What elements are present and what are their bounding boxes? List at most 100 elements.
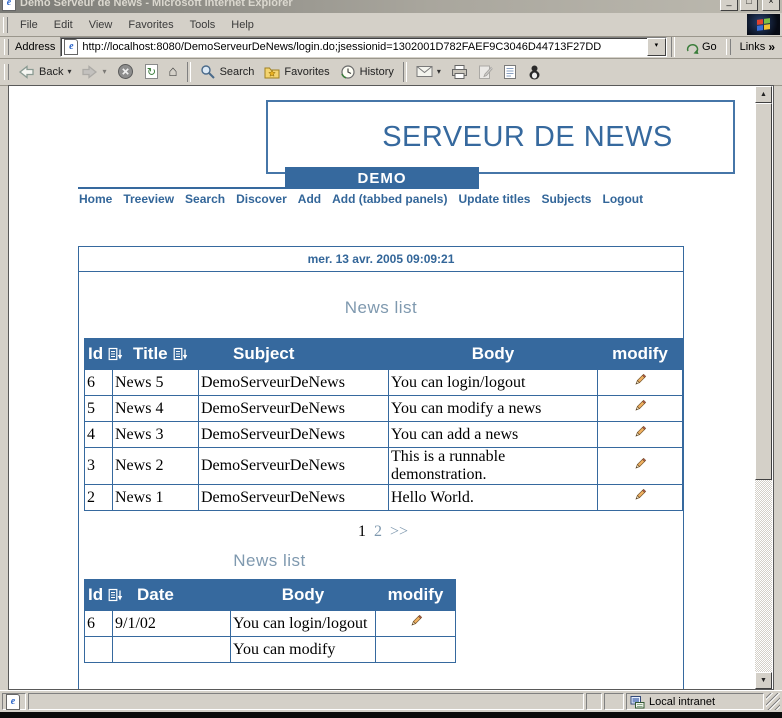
back-arrow-icon	[18, 64, 35, 80]
links-grip[interactable]	[726, 39, 731, 55]
modify-pencil-icon[interactable]	[633, 425, 647, 439]
cell-subject: DemoServeurDeNews	[199, 396, 389, 422]
edit-button[interactable]	[473, 59, 498, 85]
sort-icon[interactable]	[108, 588, 123, 603]
col-date[interactable]: Date	[137, 585, 174, 604]
col-id[interactable]: Id	[88, 585, 103, 605]
col-modify: modify	[376, 580, 456, 611]
nav-search[interactable]: Search	[185, 192, 225, 206]
menu-file[interactable]: File	[12, 16, 46, 34]
nav-add-tabbed[interactable]: Add (tabbed panels)	[332, 192, 447, 206]
mail-button[interactable]: ▾	[411, 59, 446, 85]
minimize-button[interactable]: _	[720, 0, 738, 11]
modify-pencil-icon[interactable]	[633, 488, 647, 502]
toolbar-grip[interactable]	[4, 64, 9, 80]
scrollbar-thumb[interactable]	[755, 103, 772, 480]
nav-logout[interactable]: Logout	[602, 192, 643, 206]
forward-arrow-icon	[81, 64, 98, 80]
home-icon: ⌂	[169, 64, 178, 79]
stop-icon	[117, 63, 134, 80]
modify-pencil-icon[interactable]	[409, 614, 423, 628]
print-button[interactable]	[446, 59, 473, 85]
resize-grip[interactable]	[766, 693, 780, 710]
nav-discover[interactable]: Discover	[236, 192, 287, 206]
nav-update-titles[interactable]: Update titles	[458, 192, 530, 206]
messenger-button[interactable]	[522, 59, 547, 85]
menu-view[interactable]: View	[81, 16, 121, 34]
col-body: Body	[231, 580, 376, 611]
favorites-button[interactable]: Favorites	[259, 59, 334, 85]
demo-banner: DEMO	[285, 167, 479, 189]
modify-pencil-icon[interactable]	[633, 457, 647, 471]
forward-dropdown-icon: ▾	[102, 67, 106, 76]
next-page-link[interactable]: >>	[390, 523, 408, 541]
nav-subjects[interactable]: Subjects	[541, 192, 591, 206]
discuss-page-button[interactable]	[498, 59, 522, 85]
back-dropdown-icon[interactable]: ▾	[67, 67, 71, 76]
stop-button[interactable]	[112, 59, 139, 85]
sort-icon[interactable]	[108, 347, 123, 362]
address-label: Address	[15, 41, 55, 53]
taskbar-edge	[0, 712, 782, 718]
table-row: 5 News 4 DemoServeurDeNews You can modif…	[85, 396, 683, 422]
window-title: Demo Serveur de News - Microsoft Interne…	[20, 0, 716, 9]
menu-help[interactable]: Help	[223, 16, 262, 34]
modify-pencil-icon[interactable]	[633, 399, 647, 413]
nav-home[interactable]: Home	[79, 192, 112, 206]
history-button[interactable]: History	[335, 59, 399, 85]
forward-button[interactable]: ▾	[76, 59, 111, 85]
col-subject[interactable]: Subject	[233, 344, 294, 363]
refresh-button[interactable]: ↻	[139, 59, 164, 85]
links-bar[interactable]: Links »	[735, 37, 780, 57]
title-bar[interactable]: e Demo Serveur de News - Microsoft Inter…	[0, 0, 782, 13]
links-chevron-icon[interactable]: »	[768, 40, 775, 54]
status-pane-1	[586, 693, 602, 710]
home-button[interactable]: ⌂	[164, 59, 183, 85]
modify-pencil-icon[interactable]	[633, 373, 647, 387]
menu-favorites[interactable]: Favorites	[120, 16, 181, 34]
menu-tools[interactable]: Tools	[182, 16, 224, 34]
scroll-up-button[interactable]: ▲	[755, 86, 772, 103]
document-icon	[503, 64, 517, 80]
maximize-button[interactable]: □	[740, 0, 758, 11]
scroll-down-button[interactable]: ▼	[755, 672, 772, 689]
address-input[interactable]: e http://localhost:8080/DemoServeurDeNew…	[60, 37, 667, 57]
cell-id: 6	[85, 370, 113, 396]
history-icon	[340, 64, 356, 80]
back-button[interactable]: Back ▾	[13, 59, 76, 85]
table-row: 4 News 3 DemoServeurDeNews You can add a…	[85, 422, 683, 448]
col-title[interactable]: Title	[133, 344, 168, 364]
vertical-scrollbar[interactable]: ▲ ▼	[755, 86, 772, 689]
windows-logo-throbber	[747, 14, 780, 35]
address-dropdown-button[interactable]: ▾	[647, 38, 666, 56]
col-id[interactable]: Id	[88, 344, 103, 364]
news-panel: mer. 13 avr. 2005 09:09:21 News list Id	[78, 246, 684, 689]
edit-icon	[478, 64, 493, 80]
go-button[interactable]: Go	[679, 37, 724, 57]
local-intranet-icon	[630, 695, 645, 709]
search-icon	[200, 64, 216, 80]
table-row: 6 9/1/02 You can login/logout	[85, 611, 456, 637]
menu-grip[interactable]	[3, 17, 8, 33]
nav-add[interactable]: Add	[298, 192, 321, 206]
table-row: You can modify	[85, 637, 456, 663]
scrollbar-track[interactable]	[755, 480, 772, 672]
nav-treeview[interactable]: Treeview	[123, 192, 174, 206]
sort-icon[interactable]	[173, 347, 188, 362]
cell-id: 4	[85, 422, 113, 448]
page-2-link[interactable]: 2	[374, 523, 382, 541]
menu-edit[interactable]: Edit	[46, 16, 81, 34]
cell-body: You can modify	[231, 637, 376, 663]
cell-date	[113, 637, 231, 663]
address-grip[interactable]	[4, 39, 9, 55]
mail-dropdown-icon[interactable]: ▾	[437, 67, 441, 76]
svg-text:↻: ↻	[146, 66, 155, 79]
print-icon	[451, 64, 468, 80]
mail-icon	[416, 65, 433, 78]
page-viewport: SERVEUR DE NEWS DEMO Home Treeview Searc…	[8, 85, 774, 690]
close-button[interactable]: ×	[762, 0, 780, 11]
cell-id: 3	[85, 448, 113, 485]
cell-id: 2	[85, 485, 113, 511]
address-bar: Address e http://localhost:8080/DemoServ…	[0, 36, 782, 59]
search-button[interactable]: Search	[195, 59, 260, 85]
